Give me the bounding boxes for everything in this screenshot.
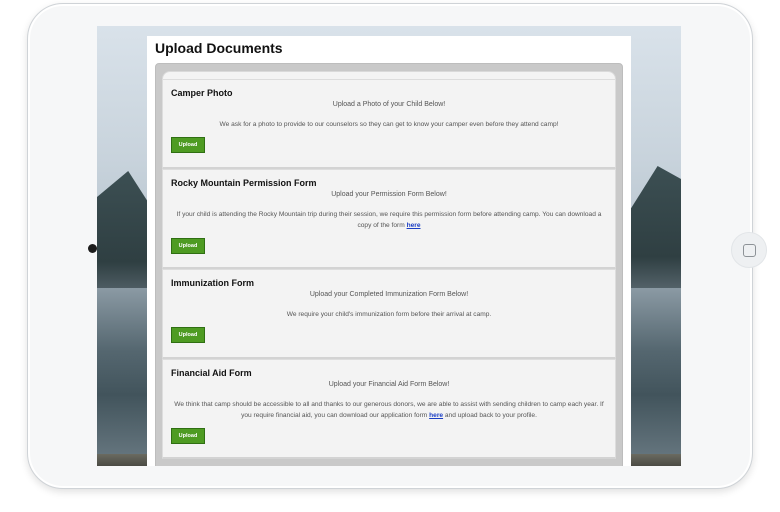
card-title: Financial Aid Form <box>171 368 252 378</box>
camera-icon <box>88 244 97 253</box>
card-subtitle: Upload your Completed Immunization Form … <box>309 291 469 298</box>
upload-button[interactable]: Upload <box>171 238 205 254</box>
tablet-screen: Upload Documents Camper Photo Upload a P… <box>97 26 681 466</box>
card-title: Immunization Form <box>171 278 254 288</box>
card-description-text: If your child is attending the Rocky Mou… <box>176 211 602 229</box>
card-subtitle: Upload a Photo of your Child Below! <box>332 101 446 108</box>
card-camper-photo: Camper Photo Upload a Photo of your Chil… <box>162 79 616 169</box>
card-description: We think that camp should be accessible … <box>171 399 607 421</box>
page-title: Upload Documents <box>155 40 283 56</box>
content-area: Upload Documents Camper Photo Upload a P… <box>147 36 631 466</box>
card-description-text: We think that camp should be accessible … <box>174 401 604 419</box>
card-immunization-form: Immunization Form Upload your Completed … <box>162 269 616 359</box>
panel-header <box>162 71 616 79</box>
card-description: If your child is attending the Rocky Mou… <box>171 209 607 231</box>
home-square-icon <box>743 244 756 257</box>
card-description-text: We ask for a photo to provide to our cou… <box>219 121 559 128</box>
card-description: We ask for a photo to provide to our cou… <box>171 119 607 130</box>
card-subtitle: Upload your Financial Aid Form Below! <box>328 381 450 388</box>
card-financial-aid-form: Financial Aid Form Upload your Financial… <box>162 359 616 459</box>
download-form-link[interactable]: here <box>407 222 421 229</box>
documents-panel: Camper Photo Upload a Photo of your Chil… <box>155 63 623 466</box>
card-description: We require your child's immunization for… <box>171 309 607 320</box>
card-description-text-end: and upload back to your profile. <box>443 412 537 419</box>
card-title: Camper Photo <box>171 88 233 98</box>
card-rocky-mountain-permission: Rocky Mountain Permission Form Upload yo… <box>162 169 616 269</box>
card-title: Rocky Mountain Permission Form <box>171 178 317 188</box>
upload-button[interactable]: Upload <box>171 327 205 343</box>
upload-button[interactable]: Upload <box>171 428 205 444</box>
application-form-link[interactable]: here <box>429 412 443 419</box>
home-button[interactable] <box>731 232 767 268</box>
card-description-text: We require your child's immunization for… <box>286 311 492 318</box>
card-subtitle: Upload your Permission Form Below! <box>331 191 447 198</box>
upload-button[interactable]: Upload <box>171 137 205 153</box>
